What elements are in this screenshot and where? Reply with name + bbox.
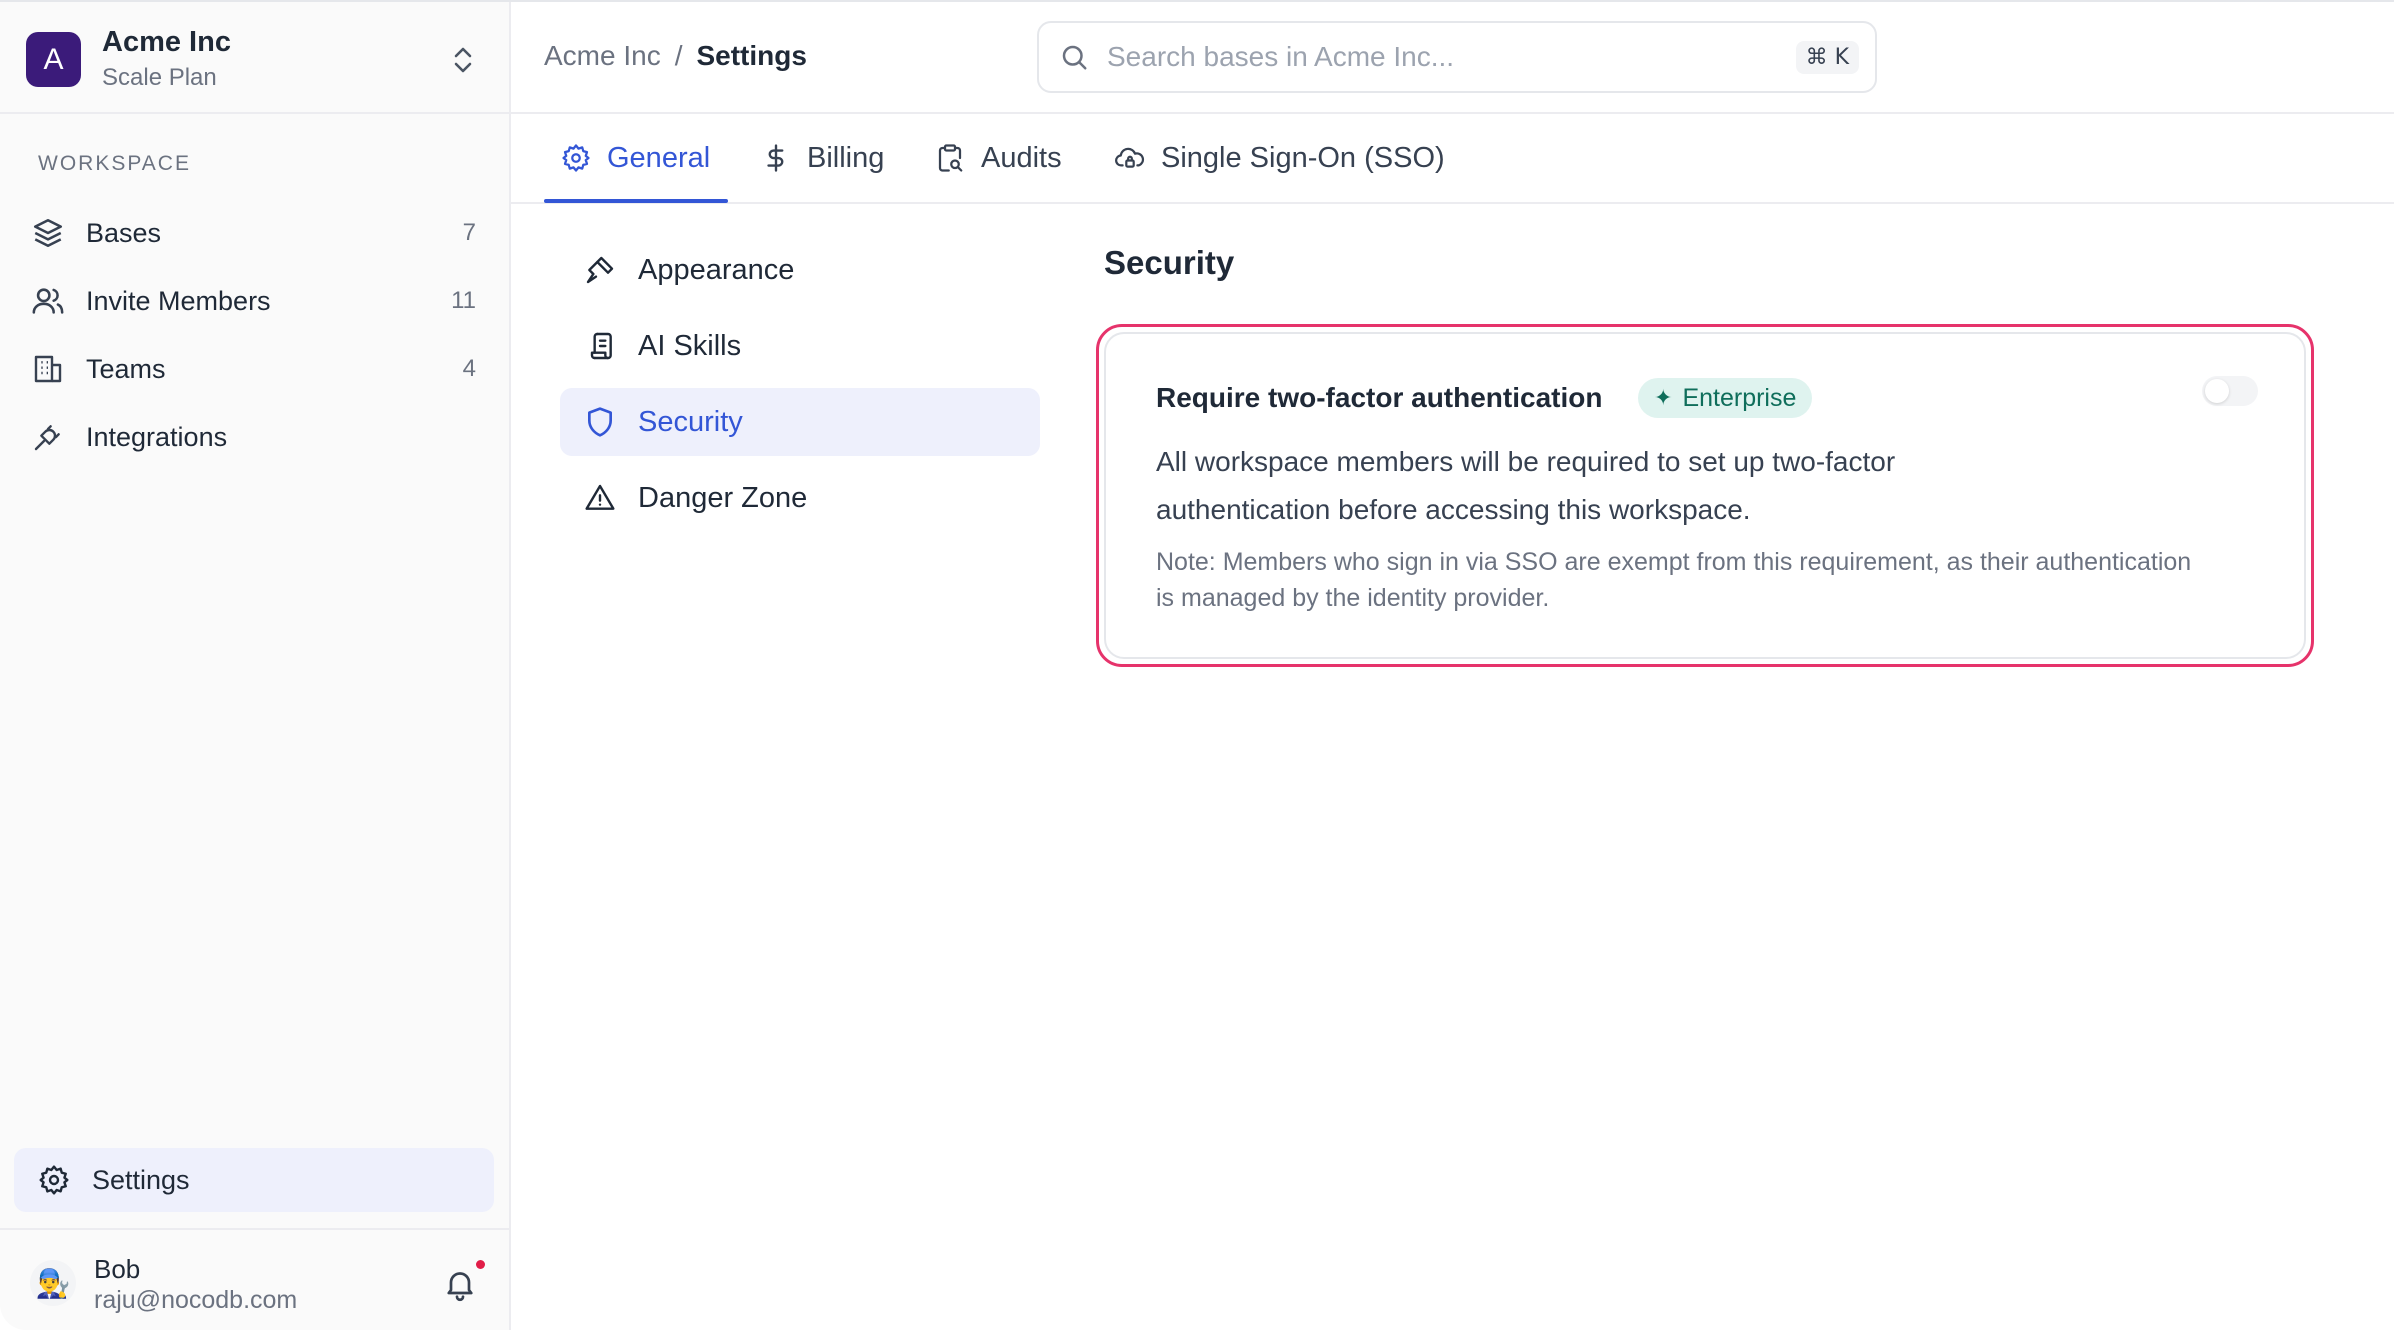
workspace-switcher[interactable]: A Acme Inc Scale Plan (0, 2, 509, 114)
setting-note: Note: Members who sign in via SSO are ex… (1156, 548, 2192, 612)
user-name: Bob (94, 1254, 141, 1284)
layers-icon (30, 215, 66, 251)
settings-tabs: General Billing Audits Single Sign-On (S… (511, 114, 2394, 204)
search-icon (1057, 40, 1091, 74)
page-title: Security (1104, 244, 1235, 281)
search-box[interactable]: ⌘ K (1037, 21, 1877, 93)
tab-audits[interactable]: Audits (933, 114, 1062, 202)
badge-label: Enterprise (1682, 383, 1797, 412)
subnav-ai-skills[interactable]: AI Skills (560, 312, 1040, 380)
sidebar-item-count: 4 (462, 355, 476, 382)
users-icon (30, 283, 66, 319)
clipboard-search-icon (933, 141, 967, 175)
scroll-icon (582, 328, 618, 364)
gear-icon (36, 1162, 72, 1198)
subnav-security[interactable]: Security (560, 388, 1040, 456)
setting-description: All workspace members will be required t… (1156, 446, 1896, 525)
sidebar-item-label: Invite Members (86, 285, 271, 316)
tab-billing[interactable]: Billing (759, 114, 884, 202)
shield-icon (582, 404, 618, 440)
toggle-knob (2205, 379, 2229, 403)
brush-icon (582, 252, 618, 288)
tab-label: Single Sign-On (SSO) (1161, 141, 1445, 174)
breadcrumb-current: Settings (696, 40, 807, 71)
bell-icon[interactable] (442, 1266, 482, 1306)
cloud-lock-icon (1113, 141, 1147, 175)
sidebar-item-label: Bases (86, 217, 162, 248)
workspace-name: Acme Inc (102, 26, 231, 58)
building-icon (30, 351, 66, 387)
search-shortcut: ⌘ K (1795, 40, 1859, 74)
app-window: A Acme Inc Scale Plan WORKSPACE Bases 7 … (0, 0, 2394, 1330)
tab-general[interactable]: General (559, 114, 710, 202)
tab-label: Audits (981, 141, 1062, 174)
tab-label: General (607, 141, 711, 174)
sidebar-item-teams[interactable]: Teams 4 (30, 341, 480, 397)
sidebar-item-count: 7 (462, 219, 476, 246)
breadcrumb-separator: / (674, 40, 683, 71)
workspace-section-label: WORKSPACE (38, 152, 191, 175)
sidebar-item-label: Settings (92, 1164, 190, 1195)
sidebar: A Acme Inc Scale Plan WORKSPACE Bases 7 … (0, 2, 511, 1330)
user-email: raju@nocodb.com (94, 1286, 298, 1314)
dollar-icon (759, 141, 793, 175)
plug-icon (30, 419, 66, 455)
user-profile[interactable]: 👨‍🔧 Bob raju@nocodb.com (0, 1228, 509, 1330)
subnav-label: Danger Zone (638, 481, 808, 514)
sidebar-item-invite-members[interactable]: Invite Members 11 (30, 273, 480, 329)
breadcrumb-parent[interactable]: Acme Inc (544, 40, 661, 72)
tab-sso[interactable]: Single Sign-On (SSO) (1113, 114, 1445, 202)
sidebar-item-count: 11 (451, 287, 476, 314)
sidebar-item-label: Integrations (86, 421, 228, 452)
workspace-plan: Scale Plan (102, 64, 217, 91)
sparkle-icon: ✦ (1654, 385, 1673, 411)
sidebar-item-settings[interactable]: Settings (14, 1148, 494, 1212)
tab-label: Billing (807, 141, 885, 174)
subnav-label: Security (638, 405, 743, 438)
search-input[interactable] (1107, 41, 1796, 73)
subnav-label: Appearance (638, 253, 795, 286)
subnav-label: AI Skills (638, 329, 742, 362)
workspace-avatar: A (26, 32, 81, 87)
sidebar-item-integrations[interactable]: Integrations (30, 409, 480, 465)
breadcrumb: Acme Inc / Settings (544, 40, 807, 72)
chevron-up-down-icon[interactable] (448, 42, 478, 78)
setting-title: Require two-factor authentication (1156, 382, 1603, 413)
subnav-danger-zone[interactable]: Danger Zone (560, 464, 1040, 532)
notification-dot (476, 1260, 485, 1269)
gear-icon (559, 141, 593, 175)
avatar: 👨‍🔧 (30, 1260, 76, 1306)
active-tab-indicator (544, 199, 728, 203)
subnav-appearance[interactable]: Appearance (560, 236, 1040, 304)
two-factor-toggle[interactable] (2202, 376, 2258, 406)
sidebar-item-label: Teams (86, 353, 166, 384)
topbar: Acme Inc / Settings ⌘ K (511, 2, 2394, 114)
two-factor-setting-card: Require two-factor authentication ✦ Ente… (1104, 332, 2306, 659)
enterprise-badge: ✦ Enterprise (1638, 378, 1813, 418)
warning-icon (582, 480, 618, 516)
sidebar-item-bases[interactable]: Bases 7 (30, 205, 480, 261)
